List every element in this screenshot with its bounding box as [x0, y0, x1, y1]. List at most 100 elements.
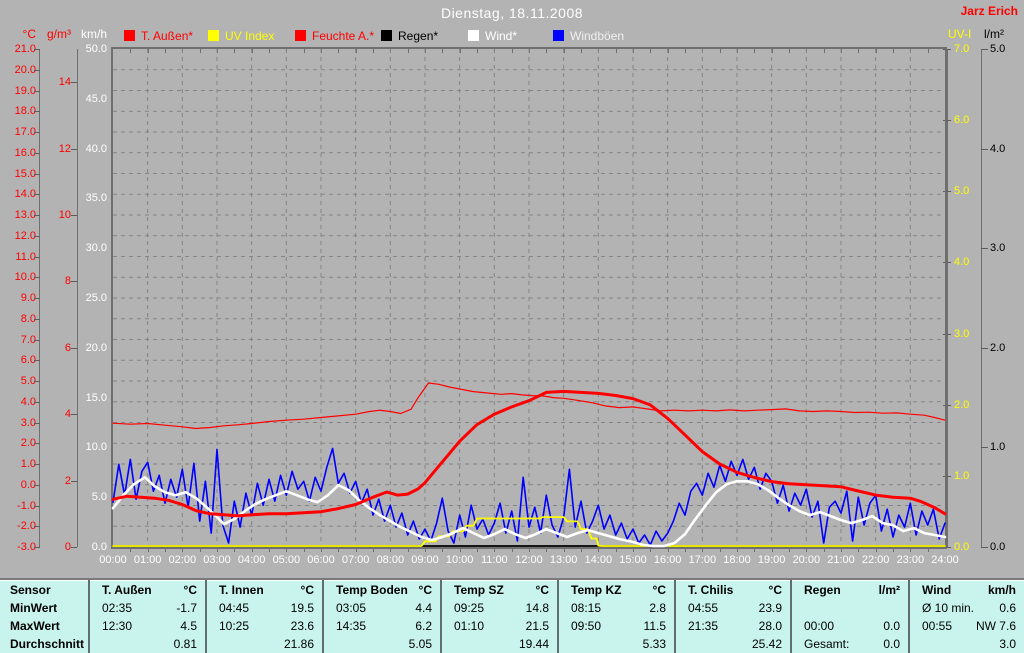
- x-axis-label: 20:00: [788, 554, 824, 566]
- table-cell-time: 09:50: [559, 619, 601, 633]
- sensor-stats-table: SensorMinWertMaxWertDurchschnittT. Außen…: [0, 578, 1024, 653]
- table-cell-value: 19.44: [519, 637, 557, 651]
- axis-tick-lm2: [981, 248, 988, 249]
- tick-label-degC: 12.0: [0, 230, 36, 242]
- table-cell-value: 28.0: [759, 619, 790, 633]
- table-cell-time: 04:55: [676, 601, 718, 615]
- x-axis-label: 08:00: [372, 554, 408, 566]
- table-cell-time: 14:35: [324, 619, 366, 633]
- axis-header-lm2: l/m²: [984, 27, 1004, 41]
- table-col-name: Regen: [792, 583, 841, 597]
- axis-tick-gm3: [71, 481, 77, 482]
- table-cell-time: 02:35: [90, 601, 132, 615]
- x-axis-label: 16:00: [650, 554, 686, 566]
- page-title: Dienstag, 18.11.2008: [0, 5, 1024, 21]
- tick-label-lm2: 3.0: [990, 242, 1005, 254]
- axis-line-lm2: [981, 49, 982, 547]
- tick-label-gm3: 8: [0, 275, 71, 287]
- table-cell: 00:000.0: [790, 617, 908, 635]
- x-axis-label: 13:00: [546, 554, 582, 566]
- table-col-unit: °C: [301, 583, 322, 597]
- table-cell: 5.33: [557, 635, 674, 653]
- table-cell-time: 10:25: [207, 619, 249, 633]
- axis-tick-degC: [34, 381, 40, 382]
- tick-label-degC: -2.0: [0, 520, 36, 532]
- table-col-header: Temp Boden°C: [322, 580, 440, 599]
- table-cell: 09:5011.5: [557, 617, 674, 635]
- x-axis-label: 01:00: [130, 554, 166, 566]
- tick-label-uv: 4.0: [954, 256, 969, 268]
- table-cell-value: 2.8: [649, 601, 674, 615]
- axis-tick-degC: [34, 319, 40, 320]
- legend-item-6: Windböen: [553, 29, 624, 42]
- legend-item-label: UV Index: [225, 29, 274, 43]
- axis-line-uv: [947, 49, 948, 547]
- table-cell-value: 21.5: [526, 619, 557, 633]
- legend-item-label: T. Außen*: [141, 29, 193, 43]
- x-axis-label: 12:00: [511, 554, 547, 566]
- table-col-unit: l/m²: [879, 583, 908, 597]
- x-axis-label: 09:00: [407, 554, 443, 566]
- tick-label-kmh: 50.0: [0, 43, 107, 55]
- table-cell: 04:5523.9: [674, 599, 790, 617]
- x-axis-label: 02:00: [164, 554, 200, 566]
- table-cell-time: 01:10: [442, 619, 484, 633]
- table-cell: Gesamt: 0.0: [790, 635, 908, 653]
- table-corner-header: Sensor: [0, 580, 88, 599]
- table-col-name: Temp SZ: [442, 583, 504, 597]
- axis-tick-degC: [34, 236, 40, 237]
- axis-tick-degC: [34, 464, 40, 465]
- table-cell-time: Gesamt:: [792, 637, 849, 651]
- table-col-unit: °C: [184, 583, 205, 597]
- tick-label-kmh: 0.0: [0, 541, 107, 553]
- table-row-label: MaxWert: [0, 617, 88, 635]
- table-cell-value: 0.0: [883, 619, 908, 633]
- table-cell-value: 0.6: [999, 601, 1024, 615]
- tick-label-degC: 5.0: [0, 375, 36, 387]
- axis-tick-lm2: [981, 547, 988, 548]
- table-cell: 02:35-1.7: [88, 599, 205, 617]
- axis-tick-degC: [34, 111, 40, 112]
- tick-label-kmh: 5.0: [0, 491, 107, 503]
- tick-label-degC: 15.0: [0, 168, 36, 180]
- tick-label-kmh: 20.0: [0, 342, 107, 354]
- table-col-header: T. Chilis°C: [674, 580, 790, 599]
- table-cell-value: 21.86: [284, 637, 322, 651]
- tick-label-degC: 18.0: [0, 105, 36, 117]
- table-cell-value: 5.05: [409, 637, 440, 651]
- tick-label-kmh: 40.0: [0, 143, 107, 155]
- tick-label-degC: 20.0: [0, 64, 36, 76]
- table-col-unit: km/h: [988, 583, 1024, 597]
- tick-label-lm2: 5.0: [990, 43, 1005, 55]
- table-cell-value: 4.5: [180, 619, 205, 633]
- table-cell: 01:10 21.5: [440, 617, 557, 635]
- axis-header-degC: °C: [8, 27, 36, 41]
- table-cell: 12:304.5: [88, 617, 205, 635]
- weather-app-window: Dienstag, 18.11.2008 Jarz Erich T. Außen…: [0, 0, 1024, 653]
- x-axis-label: 10:00: [442, 554, 478, 566]
- x-axis-label: 07:00: [338, 554, 374, 566]
- axis-tick-gm3: [71, 215, 77, 216]
- table-cell: [790, 599, 908, 617]
- table-cell-value: 14.8: [526, 601, 557, 615]
- table-col-header: Windkm/h: [908, 580, 1024, 599]
- table-cell: 21:3528.0: [674, 617, 790, 635]
- table-cell-value: 0.0: [883, 637, 908, 651]
- table-col-unit: °C: [536, 583, 557, 597]
- tick-label-kmh: 10.0: [0, 441, 107, 453]
- tick-label-degC: 1.0: [0, 458, 36, 470]
- table-cell: 3.0: [908, 635, 1024, 653]
- table-cell: 21.86: [205, 635, 322, 653]
- tick-label-kmh: 30.0: [0, 242, 107, 254]
- legend-swatch-icon: [295, 30, 306, 41]
- table-col-unit: °C: [769, 583, 790, 597]
- table-cell-value: 19.5: [291, 601, 322, 615]
- table-cell-value: 23.6: [291, 619, 322, 633]
- table-cell-time: 04:45: [207, 601, 249, 615]
- legend-swatch-icon: [124, 30, 135, 41]
- table-cell-time: 03:05: [324, 601, 366, 615]
- legend-item-label: Feuchte A.*: [312, 29, 374, 43]
- x-axis-label: 03:00: [199, 554, 235, 566]
- axis-tick-gm3: [71, 281, 77, 282]
- tick-label-degC: 17.0: [0, 126, 36, 138]
